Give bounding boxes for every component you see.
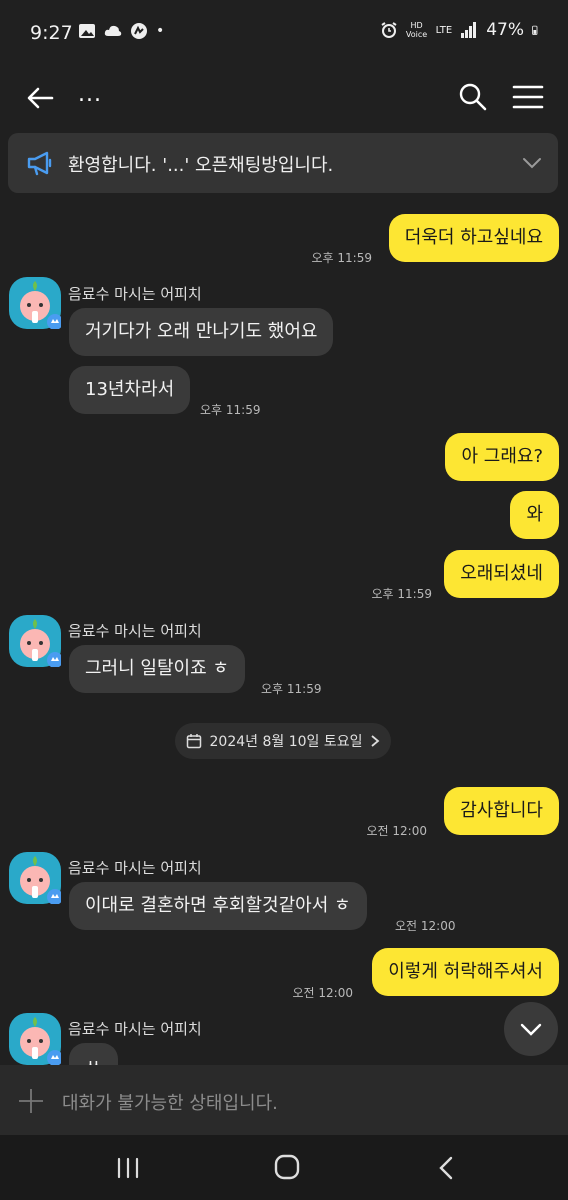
message-bubble-mine[interactable]: 오래되셨네 (444, 550, 559, 598)
message-time: 오전 12:00 (395, 919, 456, 933)
cloud-notification-icon (104, 25, 122, 36)
alarm-icon (381, 22, 397, 38)
message-time: 오전 12:00 (292, 986, 353, 1000)
status-bar: 9:27 • HD Voice LTE 47% (0, 0, 568, 70)
message-bubble-mine[interactable]: 감사합니다 (444, 787, 559, 835)
sender-name: 음료수 마시는 어피치 (68, 285, 202, 303)
message-list[interactable]: 더욱더 하고싶네요 오후 11:59 음료수 마시는 어피치 거기다가 오래 만… (0, 195, 568, 1065)
system-icons: HD Voice LTE 47% (380, 20, 542, 40)
apeach-avatar-icon (20, 281, 63, 330)
recent-apps-icon[interactable] (116, 1157, 140, 1179)
scroll-to-bottom-button[interactable] (504, 1002, 558, 1056)
message-time: 오후 11:59 (371, 587, 432, 601)
message-input[interactable]: 대화가 불가능한 상태입니다. (62, 1089, 278, 1115)
megaphone-icon (27, 151, 52, 176)
sender-name: 음료수 마시는 어피치 (68, 622, 202, 640)
menu-icon[interactable] (512, 82, 544, 112)
lte-indicator: LTE (435, 24, 453, 36)
message-bubble-mine[interactable]: 아 그래요? (445, 433, 559, 481)
weather-notification-icon (131, 23, 147, 39)
more-notifications-dot: • (156, 23, 165, 39)
date-divider-text: 2024년 8월 10일 토요일 (209, 734, 363, 750)
apeach-avatar-icon (20, 619, 63, 668)
notice-banner[interactable]: 환영합니다. '...' 오픈채팅방입니다. (8, 133, 558, 193)
avatar[interactable] (9, 1013, 63, 1065)
message-bubble-other[interactable]: ㅆ (69, 1043, 118, 1065)
back-arrow-icon[interactable] (24, 82, 56, 114)
message-time: 오후 11:59 (311, 251, 372, 265)
avatar[interactable] (9, 852, 63, 905)
system-back-icon[interactable] (436, 1155, 456, 1181)
message-bubble-other[interactable]: 이대로 결혼하면 후회할것같아서 ㅎ (69, 882, 367, 930)
chevron-down-icon (520, 1023, 542, 1036)
message-bubble-other[interactable]: 그러니 일탈이죠 ㅎ (69, 645, 245, 693)
battery-percent: 47% (486, 20, 524, 40)
plus-icon[interactable] (18, 1088, 44, 1114)
search-icon[interactable] (458, 82, 488, 112)
message-bubble-mine[interactable]: 더욱더 하고싶네요 (388, 214, 559, 262)
chevron-right-icon (371, 735, 380, 747)
message-time: 오후 11:59 (200, 403, 261, 417)
message-bubble-mine[interactable]: 이렇게 허락해주셔서 (372, 948, 559, 996)
chat-title: ... (78, 82, 102, 107)
avatar[interactable] (9, 277, 63, 330)
notice-text: 환영합니다. '...' 오픈채팅방입니다. (68, 155, 334, 176)
chat-header: ... (0, 70, 568, 126)
gallery-notification-icon (79, 24, 95, 38)
battery-icon (532, 25, 538, 35)
apeach-avatar-icon (20, 1017, 63, 1065)
message-bubble-other[interactable]: 거기다가 오래 만나기도 했어요 (69, 308, 334, 356)
message-input-bar: 대화가 불가능한 상태입니다. (0, 1065, 568, 1135)
notification-icons: • (78, 22, 164, 40)
message-bubble-mine[interactable]: 와 (510, 491, 559, 539)
calendar-icon (186, 734, 201, 749)
avatar[interactable] (9, 615, 63, 668)
home-icon[interactable] (272, 1152, 302, 1182)
system-navigation-bar (0, 1135, 568, 1200)
chevron-down-icon[interactable] (520, 151, 544, 175)
hd-voice-indicator: HD Voice (405, 21, 428, 39)
message-time: 오후 11:59 (261, 682, 322, 696)
sender-name: 음료수 마시는 어피치 (68, 1020, 202, 1038)
message-bubble-other[interactable]: 13년차라서 (69, 366, 191, 414)
date-divider[interactable]: 2024년 8월 10일 토요일 (175, 723, 391, 759)
signal-icon (461, 22, 477, 38)
status-time: 9:27 (30, 22, 73, 44)
sender-name: 음료수 마시는 어피치 (68, 859, 202, 877)
apeach-avatar-icon (20, 856, 63, 905)
message-time: 오전 12:00 (366, 824, 427, 838)
